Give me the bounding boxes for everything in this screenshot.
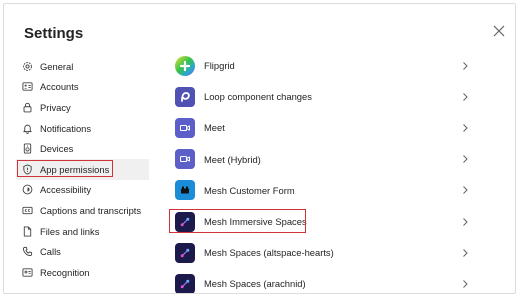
app-row-loop[interactable]: Loop component changes	[167, 81, 475, 112]
app-name: Loop component changes	[204, 91, 312, 103]
nav-item-label: Accessibility	[40, 184, 92, 196]
nav-item-accounts[interactable]: Accounts	[16, 77, 149, 98]
flipgrid-icon	[175, 55, 195, 76]
app-permissions-list: Flipgrid Loop component changes Meet Mee…	[167, 50, 475, 293]
app-name: Meet (Hybrid)	[204, 153, 261, 165]
chevron-right-icon	[463, 280, 468, 288]
bell-icon	[23, 124, 32, 134]
settings-nav: General Accounts Privacy Notifications D…	[16, 56, 149, 283]
chevron-right-icon	[463, 155, 468, 164]
app-row-flipgrid[interactable]: Flipgrid	[167, 50, 475, 81]
app-name: Flipgrid	[204, 60, 235, 72]
nav-item-general[interactable]: General	[16, 56, 149, 77]
app-name: Mesh Spaces (arachnid)	[204, 278, 306, 290]
accessibility-icon	[22, 185, 33, 195]
nav-item-devices[interactable]: Devices	[16, 138, 149, 159]
app-row-mesh-customer-form[interactable]: Mesh Customer Form	[167, 175, 475, 206]
dialog-title: Settings	[24, 25, 84, 42]
file-icon	[23, 226, 32, 237]
phone-icon	[22, 247, 33, 257]
nav-item-app-permissions[interactable]: App permissions	[16, 158, 149, 180]
nav-item-label: Calls	[40, 246, 61, 258]
close-icon[interactable]	[492, 24, 506, 38]
chevron-right-icon	[463, 248, 468, 257]
nav-item-label: General	[40, 60, 74, 72]
nav-item-notifications[interactable]: Notifications	[16, 118, 149, 139]
recognition-icon	[22, 268, 33, 277]
nav-item-label: Captions and transcripts	[40, 204, 142, 216]
video-camera-icon	[175, 149, 195, 170]
mesh-icon	[175, 242, 195, 263]
nav-item-accessibility[interactable]: Accessibility	[16, 180, 149, 201]
app-row-mesh-immersive-spaces[interactable]: Mesh Immersive Spaces	[167, 206, 475, 237]
cc-icon	[22, 206, 33, 215]
lock-icon	[23, 102, 32, 113]
app-row-mesh-spaces-arachnid[interactable]: Mesh Spaces (arachnid)	[167, 268, 475, 293]
chevron-right-icon	[463, 92, 468, 101]
nav-item-captions[interactable]: Captions and transcripts	[16, 200, 149, 221]
app-row-meet-hybrid[interactable]: Meet (Hybrid)	[167, 144, 475, 175]
mesh-icon	[175, 273, 195, 293]
nav-item-label: App permissions	[40, 163, 110, 175]
app-row-mesh-spaces-altspace-hearts[interactable]: Mesh Spaces (altspace-hearts)	[167, 237, 475, 268]
app-row-meet[interactable]: Meet	[167, 112, 475, 143]
nav-item-label: Devices	[40, 143, 74, 155]
nav-item-label: Privacy	[40, 101, 71, 113]
nav-item-label: Files and links	[40, 225, 100, 237]
nav-item-files-links[interactable]: Files and links	[16, 221, 149, 242]
form-icon	[175, 180, 195, 201]
gear-icon	[23, 61, 32, 71]
chevron-right-icon	[463, 124, 468, 132]
app-name: Meet	[204, 122, 225, 134]
chevron-right-icon	[463, 217, 468, 226]
nav-item-label: Accounts	[40, 81, 79, 93]
nav-item-recognition[interactable]: Recognition	[16, 262, 149, 283]
loop-icon	[175, 86, 195, 107]
chevron-right-icon	[463, 186, 468, 195]
chevron-right-icon	[463, 61, 468, 70]
shield-icon	[23, 164, 32, 175]
app-name: Mesh Immersive Spaces	[204, 216, 307, 228]
settings-dialog: Settings General Accounts Privacy Notifi…	[3, 3, 516, 294]
nav-item-label: Notifications	[40, 122, 92, 134]
app-name: Mesh Spaces (altspace-hearts)	[204, 247, 334, 259]
video-camera-icon	[175, 117, 195, 138]
nav-item-privacy[interactable]: Privacy	[16, 97, 149, 118]
nav-item-label: Recognition	[40, 266, 90, 278]
app-name: Mesh Customer Form	[204, 184, 295, 196]
id-card-icon	[22, 82, 33, 92]
mesh-icon	[175, 211, 195, 232]
speaker-icon	[23, 143, 32, 154]
nav-item-calls[interactable]: Calls	[16, 241, 149, 262]
